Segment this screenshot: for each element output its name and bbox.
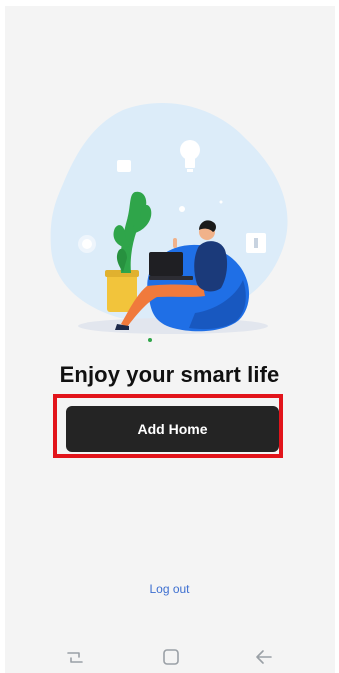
- device-card-icon: [117, 160, 131, 172]
- person-torso: [194, 241, 228, 292]
- recent-apps-icon[interactable]: [64, 646, 86, 668]
- person-arm: [173, 238, 177, 248]
- sparkle-dot: [179, 206, 185, 212]
- logout-link[interactable]: Log out: [0, 582, 339, 596]
- home-square-icon[interactable]: [160, 646, 182, 668]
- wall-switch-icon: [246, 233, 266, 253]
- page-headline: Enjoy your smart life: [59, 362, 280, 387]
- sparkle-dot: [219, 200, 223, 204]
- app-screen: Enjoy your smart life Add Home Log out: [0, 0, 339, 673]
- add-home-button[interactable]: Add Home: [66, 406, 279, 452]
- back-arrow-icon[interactable]: [253, 646, 275, 668]
- plant-seed-dot: [148, 338, 152, 342]
- smart-life-illustration: [50, 102, 288, 342]
- system-navigation-bar: [5, 640, 335, 673]
- dial-icon: [78, 235, 96, 253]
